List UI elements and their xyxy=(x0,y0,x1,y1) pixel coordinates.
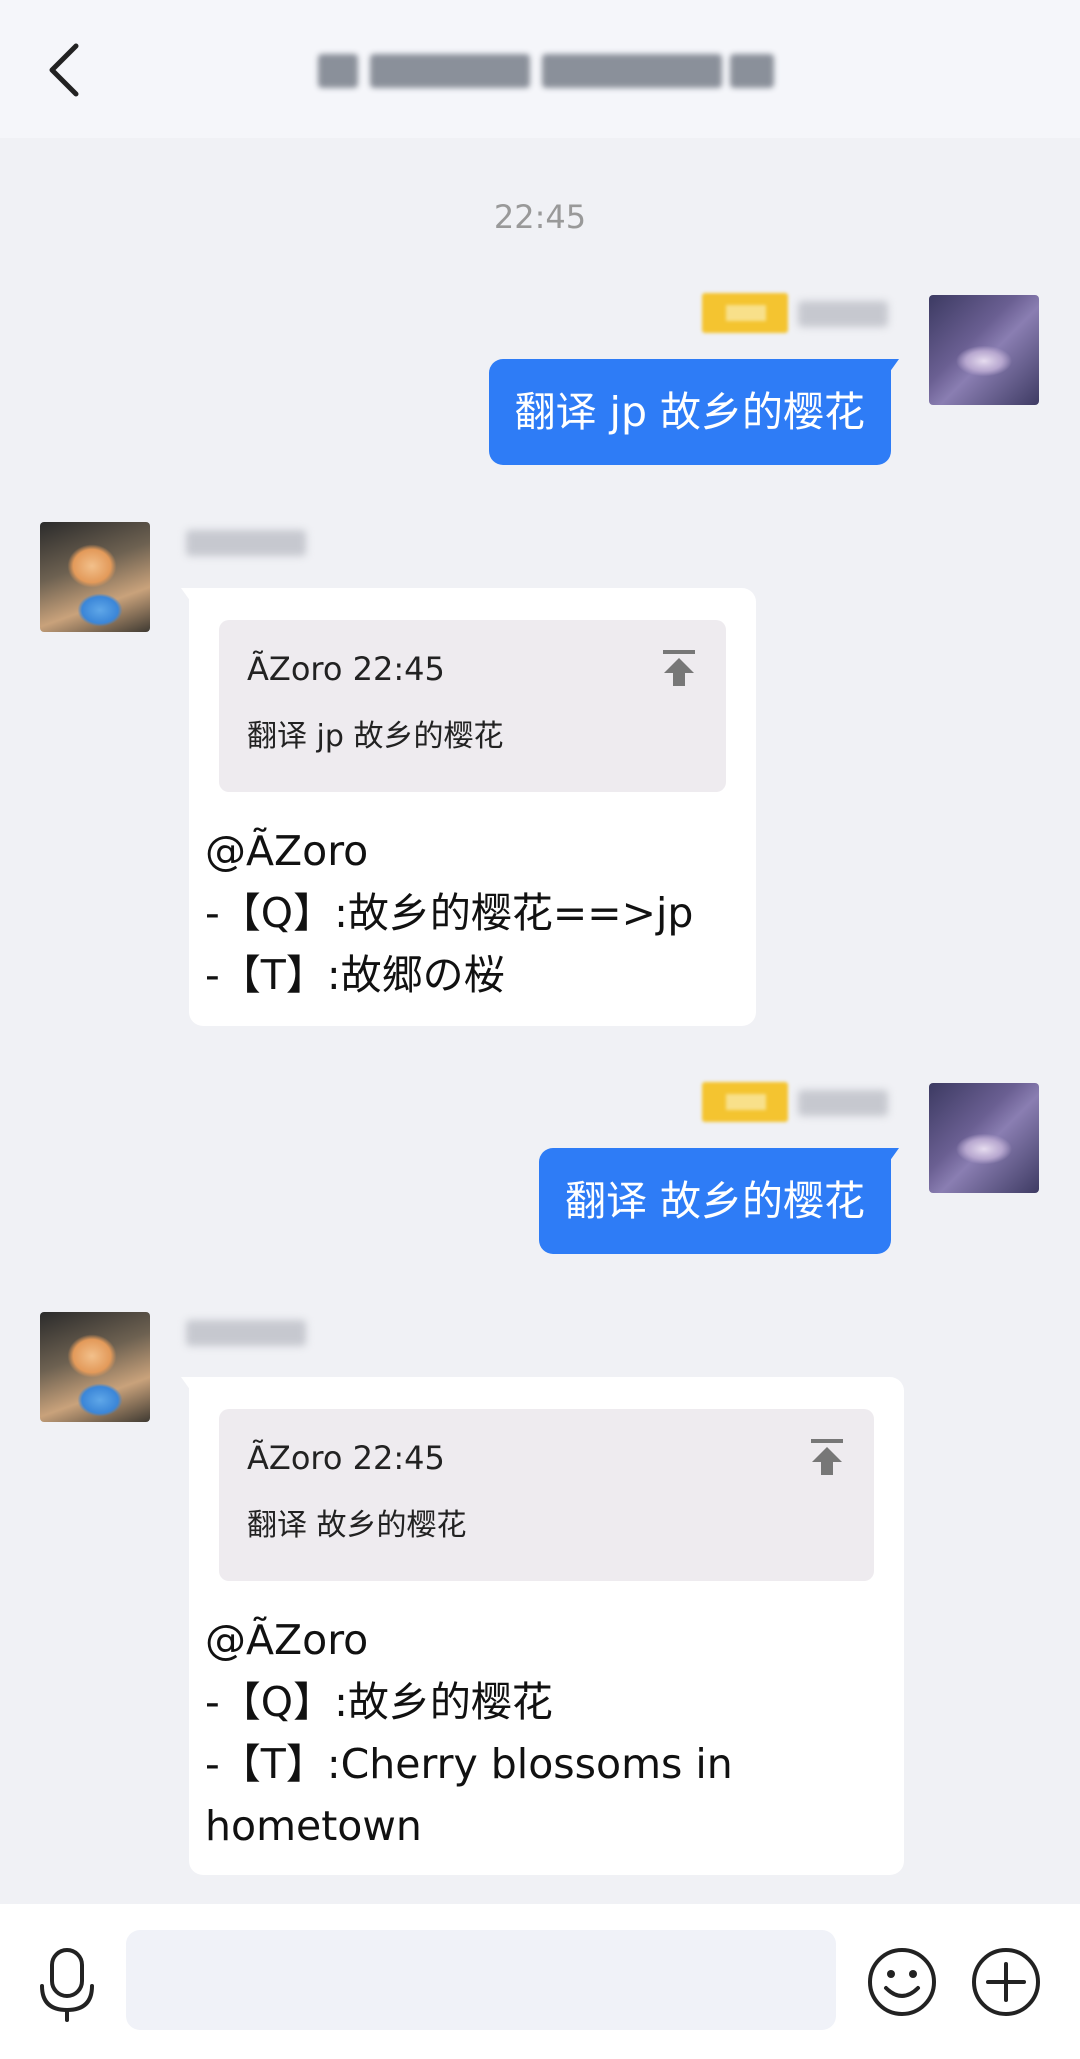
quote-text: 翻译 jp 故乡的樱花 xyxy=(247,719,504,754)
microphone-icon[interactable] xyxy=(36,1946,98,2022)
plus-circle-icon[interactable] xyxy=(970,1946,1042,2018)
sender-name xyxy=(798,301,888,327)
quoted-message[interactable]: ÃZoro 22:45 翻译 jp 故乡的樱花 xyxy=(219,620,726,792)
message-timestamp: 22:45 xyxy=(493,198,587,236)
sender-name xyxy=(186,1320,306,1346)
quoted-message[interactable]: ÃZoro 22:45 翻译 故乡的樱花 xyxy=(219,1409,874,1581)
bot-avatar[interactable] xyxy=(40,1312,150,1422)
reply-text: @ÃZoro -【Q】:故乡的樱花==>jp -【T】:故郷の桜 xyxy=(205,820,730,1006)
reply-line: -【T】:故郷の桜 xyxy=(205,951,505,999)
chat-header xyxy=(0,0,1080,138)
quote-sender: ÃZoro 22:45 xyxy=(247,650,445,688)
sender-badge xyxy=(702,293,788,333)
jump-to-top-icon[interactable] xyxy=(660,648,698,688)
reply-line: -【Q】:故乡的樱花 xyxy=(205,1678,553,1726)
incoming-message[interactable]: ÃZoro 22:45 翻译 故乡的樱花 @ÃZoro -【Q】:故乡的樱花 -… xyxy=(181,1377,904,1875)
sender-badge xyxy=(702,1082,788,1122)
back-chevron-icon[interactable] xyxy=(36,36,100,104)
message-input[interactable] xyxy=(126,1930,836,2030)
sender-name xyxy=(186,530,306,556)
smiley-icon[interactable] xyxy=(866,1946,938,2018)
reply-line: @ÃZoro xyxy=(205,827,369,875)
quote-text: 翻译 故乡的樱花 xyxy=(247,1508,467,1543)
sender-name xyxy=(798,1090,888,1116)
chat-title xyxy=(318,44,778,100)
jump-to-top-icon[interactable] xyxy=(808,1437,846,1477)
reply-line: -【T】:Cherry blossoms in hometown xyxy=(205,1740,746,1850)
reply-text: @ÃZoro -【Q】:故乡的樱花 -【T】:Cherry blossoms i… xyxy=(205,1609,878,1857)
input-bar xyxy=(0,1904,1080,2059)
quote-sender: ÃZoro 22:45 xyxy=(247,1439,445,1477)
bot-avatar[interactable] xyxy=(40,522,150,632)
my-avatar[interactable] xyxy=(929,295,1039,405)
reply-line: -【Q】:故乡的樱花==>jp xyxy=(205,889,694,937)
outgoing-message[interactable]: 翻译 jp 故乡的樱花 xyxy=(488,359,900,465)
outgoing-message[interactable]: 翻译 故乡的樱花 xyxy=(538,1148,900,1254)
my-avatar[interactable] xyxy=(929,1083,1039,1193)
reply-line: @ÃZoro xyxy=(205,1616,369,1664)
incoming-message[interactable]: ÃZoro 22:45 翻译 jp 故乡的樱花 @ÃZoro -【Q】:故乡的樱… xyxy=(181,588,756,1026)
